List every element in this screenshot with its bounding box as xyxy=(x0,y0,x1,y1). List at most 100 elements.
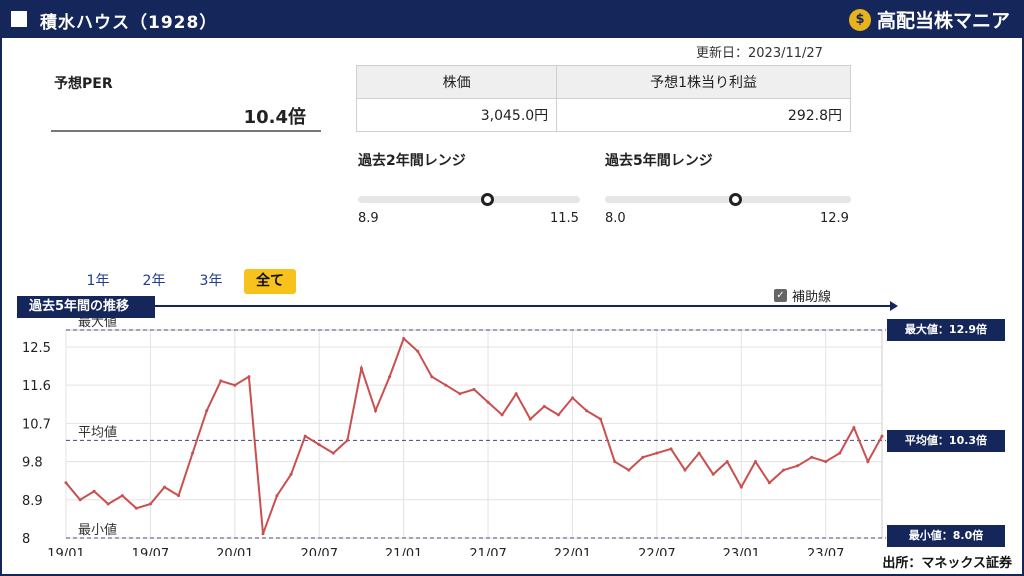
tab-3-year[interactable]: 3年 xyxy=(197,269,225,294)
data-point xyxy=(767,481,771,485)
y-tick-label: 12.5 xyxy=(22,341,51,356)
eps-value: 292.8円 xyxy=(556,98,851,132)
page-title: 積水ハウス（1928） xyxy=(40,13,218,33)
data-point xyxy=(374,409,377,413)
avg-badge: 平均値：10.3倍 xyxy=(887,430,1005,452)
price-header: 株価 xyxy=(355,65,558,99)
axis-ticks: 12.5 11.6 10.7 9.8 8.9 8 19/01 19/07 20/01 20/07 2… xyxy=(22,341,844,556)
square-icon xyxy=(11,11,27,27)
data-point xyxy=(585,409,589,413)
data-point xyxy=(782,468,785,472)
data-point xyxy=(345,438,349,442)
brand-logo[interactable]: $ 高配当株マニア xyxy=(848,6,1010,33)
y-tick-label: 9.8 xyxy=(22,456,43,471)
x-tick-label: 23/07 xyxy=(807,547,844,556)
data-point xyxy=(388,375,392,379)
data-point xyxy=(261,532,265,536)
data-point xyxy=(148,502,152,506)
per-value: 10.4倍 xyxy=(243,107,306,128)
data-point xyxy=(416,349,420,353)
data-point xyxy=(402,337,406,340)
data-point xyxy=(528,417,532,421)
trend-label: 過去5年間の推移 xyxy=(17,296,155,318)
x-tick-label: 21/01 xyxy=(385,547,422,556)
data-point xyxy=(177,494,181,498)
trend-arrow-head xyxy=(890,301,898,311)
data-point xyxy=(134,506,138,510)
min-reference-label: 最小値 xyxy=(78,522,117,538)
data-point xyxy=(106,502,110,506)
data-point xyxy=(880,434,884,438)
range-5y-min: 8.0 xyxy=(605,211,626,226)
avg-reference-label: 平均値 xyxy=(78,424,117,440)
data-point xyxy=(317,443,321,447)
data-point xyxy=(711,472,715,476)
data-point xyxy=(331,451,335,455)
data-point xyxy=(824,460,828,464)
range-2y-label: 過去2年間レンジ xyxy=(358,153,466,169)
data-point xyxy=(810,455,814,459)
data-point xyxy=(458,392,462,396)
data-point xyxy=(655,451,659,455)
min-badge: 最小値：8.0倍 xyxy=(887,525,1005,547)
data-point xyxy=(725,460,729,464)
eps-header: 予想1株当り利益 xyxy=(556,65,851,99)
range-2y-min: 8.9 xyxy=(358,211,379,226)
data-point xyxy=(627,468,631,472)
x-tick-label: 20/01 xyxy=(216,547,253,556)
data-point xyxy=(852,426,856,430)
data-point xyxy=(64,481,68,485)
data-point xyxy=(359,366,363,370)
data-point xyxy=(739,485,743,489)
data-point xyxy=(571,396,574,400)
y-tick-label: 10.7 xyxy=(22,417,51,432)
per-chart: 最大値平均値最小値 12.511.610.79.88.9819/01 19/07 2… xyxy=(22,301,898,556)
x-tick-label: 21/07 xyxy=(469,547,506,556)
data-point xyxy=(247,375,251,379)
range-2y-max: 11.5 xyxy=(550,211,579,226)
x-tick-label: 20/07 xyxy=(301,547,338,556)
x-tick-label: 22/07 xyxy=(638,547,675,556)
app-header: 積水ハウス（1928） $ 高配当株マニア xyxy=(0,0,1024,38)
data-point xyxy=(669,447,673,451)
data-point xyxy=(233,383,237,387)
per-series-line xyxy=(65,336,883,535)
data-point xyxy=(163,485,166,489)
data-point xyxy=(472,387,476,391)
data-point xyxy=(613,460,617,464)
price-value: 3,045.0円 xyxy=(355,98,558,132)
data-point xyxy=(289,472,293,476)
data-point xyxy=(838,451,842,455)
data-point xyxy=(796,464,800,468)
range-5y-max: 12.9 xyxy=(820,211,849,226)
tab-1-year[interactable]: 1年 xyxy=(84,269,112,294)
data-point xyxy=(78,498,82,502)
x-tick-label: 22/01 xyxy=(554,547,591,556)
data-point xyxy=(486,400,490,404)
tab-2-year[interactable]: 2年 xyxy=(140,269,168,294)
data-point xyxy=(697,451,701,455)
range-5y-track xyxy=(605,196,851,203)
tab-all[interactable]: 全て xyxy=(244,269,296,294)
data-point xyxy=(120,494,124,498)
x-tick-label: 19/07 xyxy=(132,547,169,556)
range-2y-marker xyxy=(480,193,494,206)
data-point xyxy=(599,417,603,421)
data-point xyxy=(430,375,434,379)
data-point xyxy=(303,434,307,438)
data-point xyxy=(275,494,279,498)
max-badge: 最大値：12.9倍 xyxy=(887,319,1005,341)
x-tick-label: 19/01 xyxy=(47,547,84,556)
y-tick-label: 8.9 xyxy=(22,494,43,509)
per-label: 予想PER xyxy=(54,76,113,92)
updated-date: 更新日：2023/11/27 xyxy=(696,46,823,61)
y-tick-label: 11.6 xyxy=(22,379,51,394)
data-point xyxy=(500,413,504,417)
reference-lines: 最大値平均値最小値 xyxy=(66,314,886,539)
data-point xyxy=(683,468,687,472)
data-point xyxy=(542,404,546,408)
data-point xyxy=(556,413,560,417)
per-series-points xyxy=(64,337,884,536)
data-point xyxy=(514,392,518,396)
y-tick-label: 8 xyxy=(22,532,30,547)
